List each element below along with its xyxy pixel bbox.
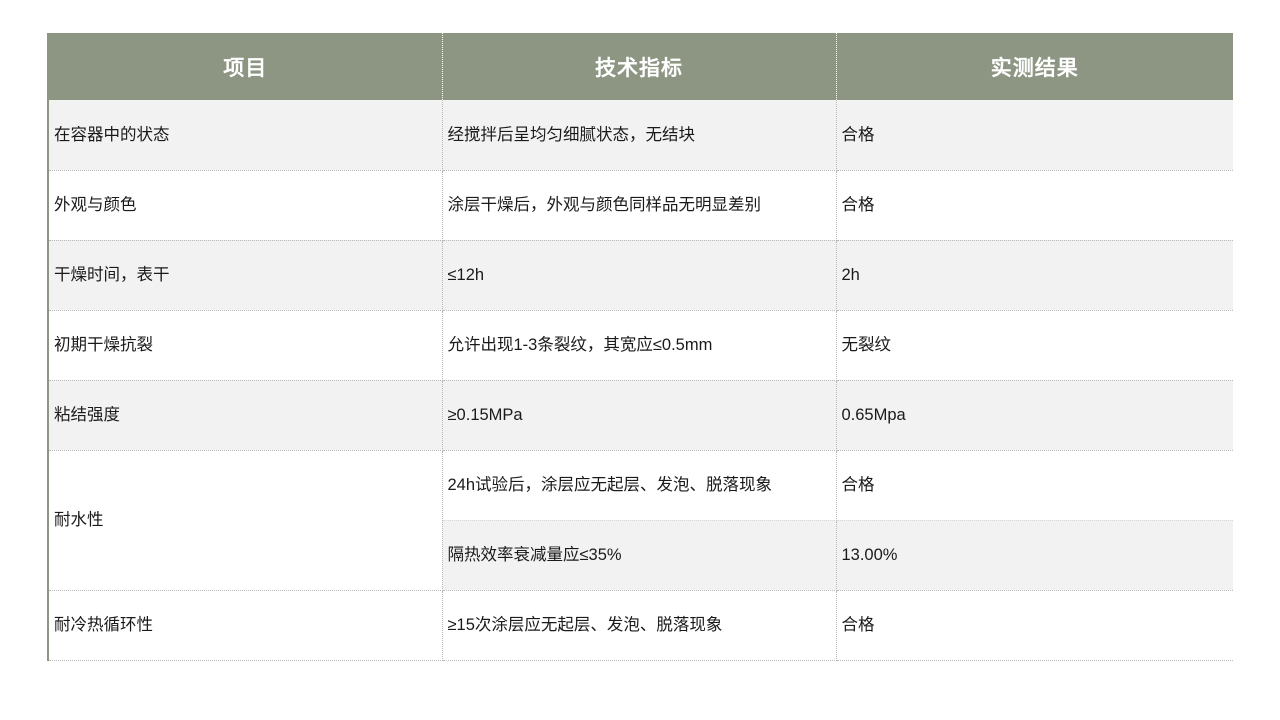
cell-spec: 允许出现1-3条裂纹，其宽应≤0.5mm <box>442 310 837 381</box>
cell-spec: ≥0.15MPa <box>442 380 837 451</box>
cell-spec: ≥15次涂层应无起层、发泡、脱落现象 <box>442 590 837 661</box>
cell-result: 无裂纹 <box>836 310 1233 381</box>
cell-item: 粘结强度 <box>48 380 443 451</box>
table-body: 在容器中的状态 经搅拌后呈均匀细腻状态，无结块 合格 外观与颜色 涂层干燥后，外… <box>48 100 1233 661</box>
technical-specification-table: 项目 技术指标 实测结果 在容器中的状态 经搅拌后呈均匀细腻状态，无结块 合格 … <box>47 33 1233 661</box>
cell-result: 合格 <box>836 170 1233 241</box>
cell-result: 13.00% <box>836 520 1233 591</box>
cell-item: 初期干燥抗裂 <box>48 310 443 381</box>
cell-item: 干燥时间，表干 <box>48 240 443 311</box>
cell-result: 2h <box>836 240 1233 311</box>
table-row: 粘结强度 ≥0.15MPa 0.65Mpa <box>48 380 1233 451</box>
table-header: 项目 技术指标 实测结果 <box>48 33 1233 100</box>
cell-item-merged: 耐水性 <box>48 450 443 591</box>
cell-item: 耐冷热循环性 <box>48 590 443 661</box>
column-header-technical-index: 技术指标 <box>442 33 837 100</box>
table-row: 在容器中的状态 经搅拌后呈均匀细腻状态，无结块 合格 <box>48 100 1233 171</box>
cell-result: 合格 <box>836 590 1233 661</box>
cell-result: 合格 <box>836 100 1233 171</box>
cell-item: 外观与颜色 <box>48 170 443 241</box>
column-header-measured-result: 实测结果 <box>836 33 1233 100</box>
column-header-item: 项目 <box>48 33 443 100</box>
cell-spec: ≤12h <box>442 240 837 311</box>
cell-spec: 隔热效率衰减量应≤35% <box>442 520 837 591</box>
table-row: 耐水性 24h试验后，涂层应无起层、发泡、脱落现象 合格 <box>48 450 1233 591</box>
cell-spec: 24h试验后，涂层应无起层、发泡、脱落现象 <box>442 450 837 521</box>
cell-spec: 经搅拌后呈均匀细腻状态，无结块 <box>442 100 837 171</box>
cell-item: 在容器中的状态 <box>48 100 443 171</box>
table-row: 外观与颜色 涂层干燥后，外观与颜色同样品无明显差别 合格 <box>48 170 1233 241</box>
cell-spec: 涂层干燥后，外观与颜色同样品无明显差别 <box>442 170 837 241</box>
table-row: 耐冷热循环性 ≥15次涂层应无起层、发泡、脱落现象 合格 <box>48 590 1233 661</box>
table-row: 初期干燥抗裂 允许出现1-3条裂纹，其宽应≤0.5mm 无裂纹 <box>48 310 1233 381</box>
page-root: 项目 技术指标 实测结果 在容器中的状态 经搅拌后呈均匀细腻状态，无结块 合格 … <box>0 0 1280 720</box>
table-row: 干燥时间，表干 ≤12h 2h <box>48 240 1233 311</box>
table-header-row: 项目 技术指标 实测结果 <box>48 33 1233 100</box>
cell-result: 合格 <box>836 450 1233 521</box>
cell-result: 0.65Mpa <box>836 380 1233 451</box>
